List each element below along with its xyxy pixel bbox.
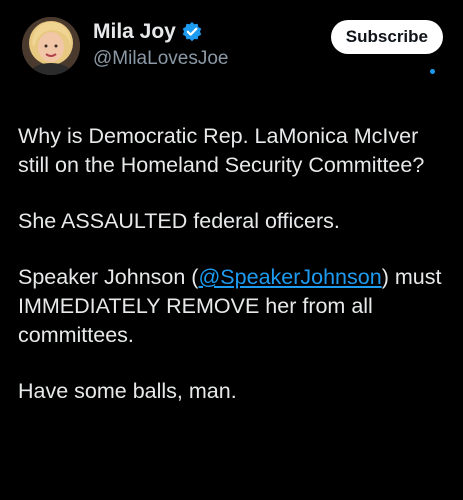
post-paragraph-1: Why is Democratic Rep. LaMonica McIver s…	[18, 124, 425, 177]
avatar-image	[22, 17, 80, 75]
name-row: Mila Joy	[93, 20, 228, 44]
author-block: Mila Joy @MilaLovesJoe	[93, 20, 228, 70]
post-card: Mila Joy @MilaLovesJoe Subscribe Why is …	[0, 0, 463, 500]
author-display-name[interactable]: Mila Joy	[93, 20, 176, 44]
verified-badge-icon	[181, 21, 203, 43]
post-body: Why is Democratic Rep. LaMonica McIver s…	[18, 122, 448, 433]
subscribe-button[interactable]: Subscribe	[330, 20, 443, 54]
post-paragraph-3-lead: Speaker Johnson (	[18, 265, 199, 289]
mention-link[interactable]: @SpeakerJohnson	[198, 265, 381, 289]
post-header: Mila Joy @MilaLovesJoe Subscribe	[18, 14, 451, 84]
post-paragraph-3: Speaker Johnson (@SpeakerJohnson) must I…	[18, 263, 448, 350]
avatar[interactable]	[22, 17, 80, 75]
author-handle[interactable]: @MilaLovesJoe	[93, 48, 228, 70]
post-paragraph-4: Have some balls, man.	[18, 379, 237, 403]
post-paragraph-2: She ASSAULTED federal officers.	[18, 209, 340, 233]
blue-dot-indicator	[430, 69, 435, 74]
